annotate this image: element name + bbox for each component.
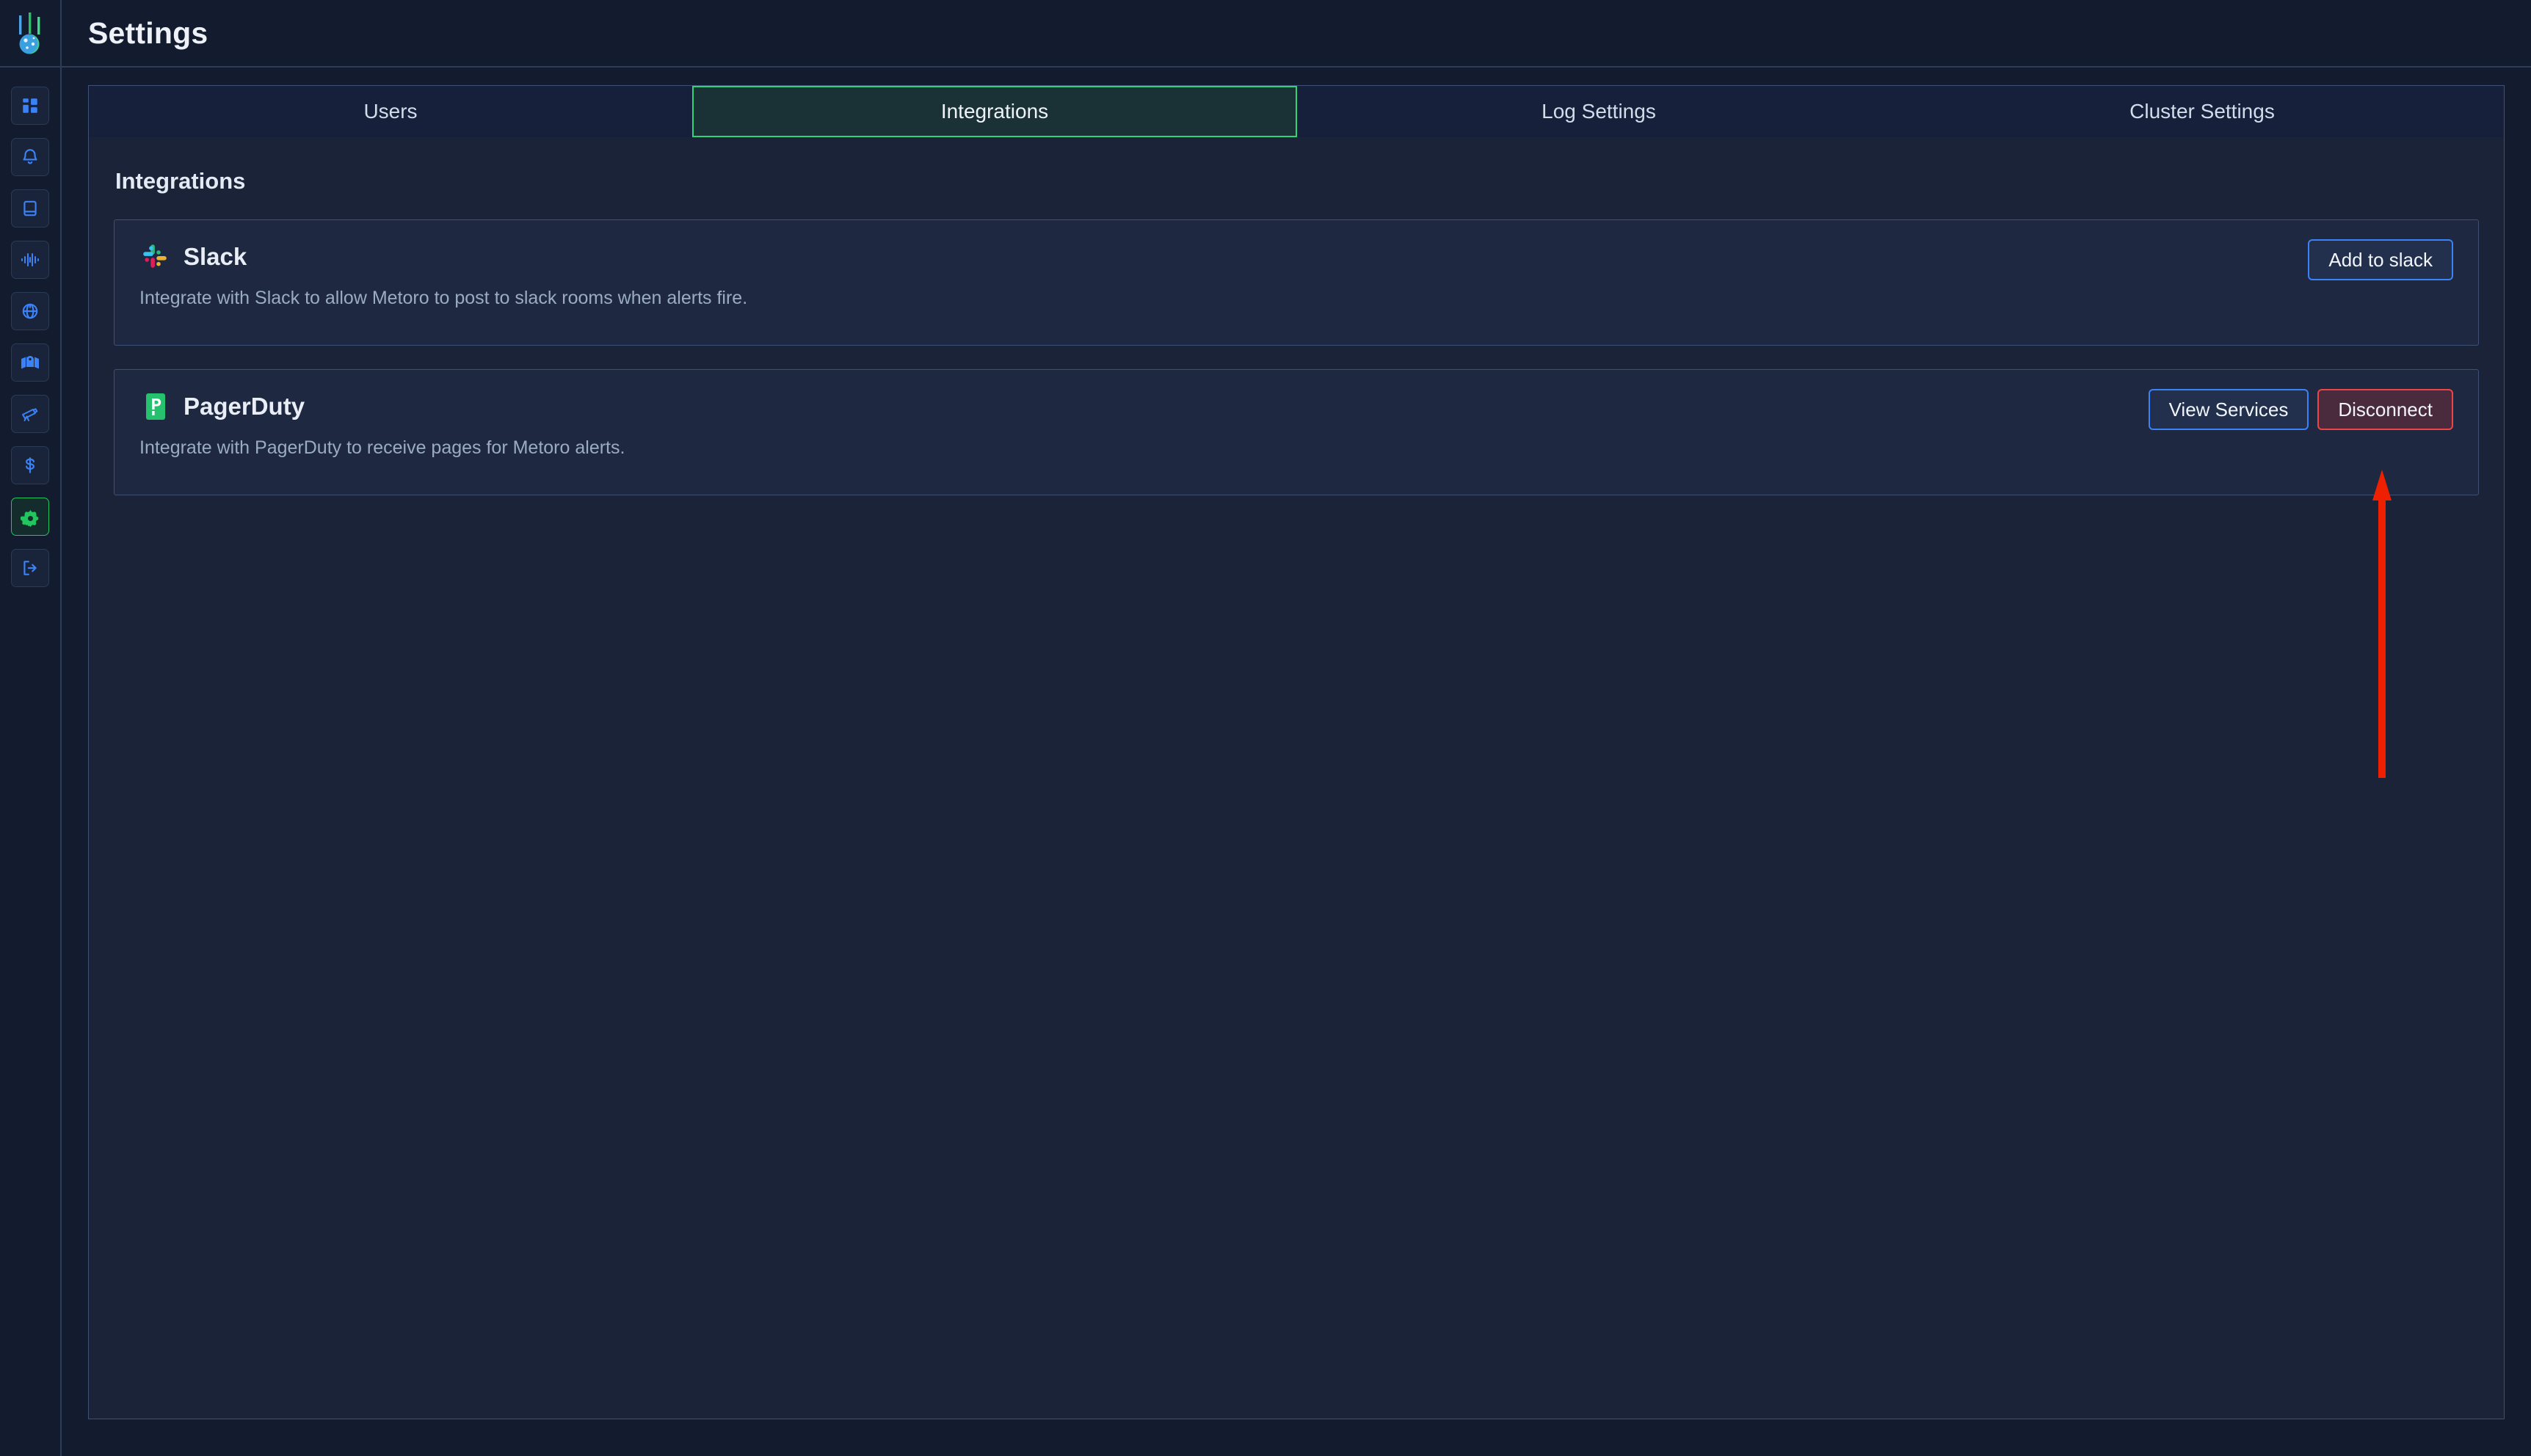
- app-root: Settings Users Integrations Log Settings: [0, 0, 2531, 1456]
- telescope-icon: [20, 404, 40, 423]
- sidebar-item-service-map[interactable]: [11, 343, 49, 382]
- tab-log-settings[interactable]: Log Settings: [1297, 86, 1900, 137]
- integration-description: Integrate with Slack to allow Metoro to …: [139, 288, 748, 308]
- sidebar-item-dashboard[interactable]: [11, 87, 49, 125]
- pagerduty-logo-icon: [139, 390, 172, 423]
- slack-logo-icon: [139, 241, 172, 273]
- tab-label: Log Settings: [1542, 100, 1656, 123]
- integration-name: Slack: [184, 243, 247, 270]
- dollar-icon: [21, 456, 40, 475]
- tab-integrations[interactable]: Integrations: [692, 86, 1297, 137]
- page-title: Settings: [88, 15, 208, 50]
- tab-cluster-settings[interactable]: Cluster Settings: [1900, 86, 2504, 137]
- sidebar-item-cost[interactable]: [11, 446, 49, 484]
- card-actions: Add to slack: [2308, 239, 2453, 280]
- tab-label: Cluster Settings: [2129, 100, 2275, 123]
- settings-panel: Users Integrations Log Settings Cluster …: [88, 85, 2505, 1419]
- add-to-slack-button[interactable]: Add to slack: [2308, 239, 2453, 280]
- tab-users[interactable]: Users: [89, 86, 692, 137]
- sidebar: [0, 0, 62, 1456]
- settings-tabs: Users Integrations Log Settings Cluster …: [89, 86, 2504, 137]
- card-header: PagerDuty: [139, 390, 2453, 423]
- sidebar-item-logs[interactable]: [11, 189, 49, 228]
- metoro-meteor-logo-icon: [10, 11, 51, 55]
- integration-name: PagerDuty: [184, 393, 305, 420]
- content-wrapper: Users Integrations Log Settings Cluster …: [62, 68, 2531, 1456]
- sidebar-item-alerts[interactable]: [11, 138, 49, 176]
- gear-icon: [20, 507, 40, 527]
- integration-card-slack: Slack Integrate with Slack to allow Meto…: [114, 219, 2479, 346]
- disconnect-button[interactable]: Disconnect: [2317, 389, 2453, 430]
- map-icon: [20, 353, 40, 372]
- card-actions: View Services Disconnect: [2148, 389, 2453, 430]
- integration-card-pagerduty: PagerDuty Integrate with PagerDuty to re…: [114, 369, 2479, 495]
- sidebar-item-metrics[interactable]: [11, 241, 49, 279]
- sidebar-item-explore[interactable]: [11, 395, 49, 433]
- main-area: Settings Users Integrations Log Settings: [62, 0, 2531, 1456]
- bell-icon: [21, 148, 40, 167]
- dashboard-grid-icon: [21, 96, 40, 115]
- app-logo[interactable]: [0, 0, 60, 68]
- section-title: Integrations: [115, 168, 246, 194]
- globe-icon: [21, 302, 40, 321]
- tab-label: Integrations: [940, 100, 1049, 123]
- sidebar-item-traces[interactable]: [11, 292, 49, 330]
- view-services-button[interactable]: View Services: [2148, 389, 2309, 430]
- integration-description: Integrate with PagerDuty to receive page…: [139, 437, 625, 458]
- integrations-body: Integrations Slack Integrate with Slack …: [89, 137, 2504, 519]
- metrics-waveform-icon: [20, 250, 40, 269]
- logs-book-icon: [21, 199, 40, 218]
- tab-label: Users: [363, 100, 418, 123]
- sidebar-nav-list: [11, 68, 49, 587]
- sidebar-item-settings[interactable]: [11, 498, 49, 536]
- top-header: Settings: [62, 0, 2531, 68]
- sidebar-item-logout[interactable]: [11, 549, 49, 587]
- card-header: Slack: [139, 241, 2453, 273]
- logout-icon: [21, 558, 40, 578]
